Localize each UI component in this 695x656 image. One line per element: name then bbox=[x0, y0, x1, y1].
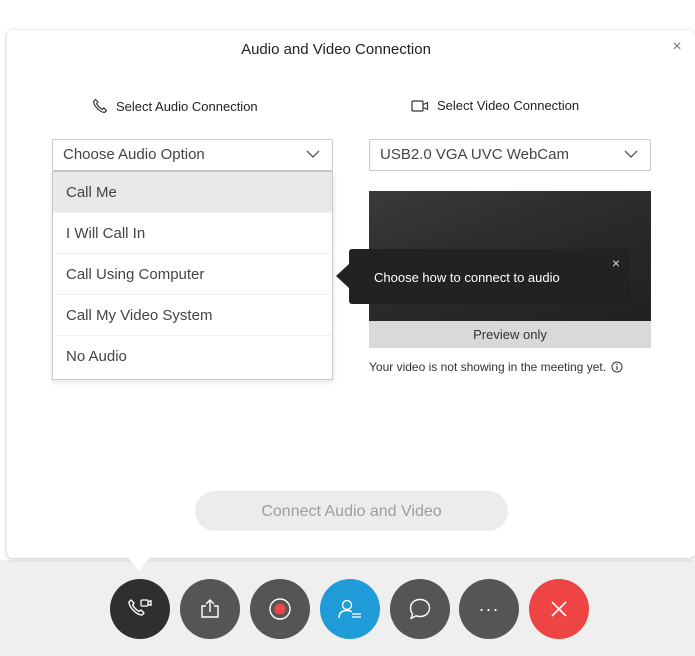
record-button[interactable] bbox=[250, 579, 310, 639]
preview-caption: Preview only bbox=[369, 321, 651, 348]
connect-audio-video-button[interactable]: Connect Audio and Video bbox=[195, 491, 508, 531]
tooltip-close-icon[interactable]: × bbox=[612, 255, 620, 271]
audio-option-no-audio[interactable]: No Audio bbox=[53, 336, 332, 377]
more-dots-icon: ··· bbox=[478, 598, 500, 619]
share-upload-icon bbox=[201, 599, 219, 618]
audio-select-value: Choose Audio Option bbox=[63, 146, 205, 163]
audio-video-dialog: Audio and Video Connection × Select Audi… bbox=[7, 30, 695, 558]
tooltip-text: Choose how to connect to audio bbox=[374, 270, 560, 285]
record-icon bbox=[269, 598, 291, 620]
chat-bubble-icon bbox=[409, 598, 431, 620]
audio-section-label: Select Audio Connection bbox=[92, 98, 258, 114]
close-icon bbox=[551, 601, 567, 617]
chat-button[interactable] bbox=[390, 579, 450, 639]
audio-section-text: Select Audio Connection bbox=[116, 98, 258, 114]
participants-button[interactable] bbox=[320, 579, 380, 639]
leave-meeting-button[interactable] bbox=[529, 579, 589, 639]
video-device-select[interactable]: USB2.0 VGA UVC WebCam bbox=[369, 139, 651, 171]
phone-icon bbox=[93, 98, 108, 113]
participants-icon bbox=[338, 599, 361, 619]
chevron-down-icon bbox=[624, 150, 638, 158]
audio-option-select[interactable]: Choose Audio Option bbox=[52, 139, 333, 171]
audio-option-call-using-computer[interactable]: Call Using Computer bbox=[53, 254, 332, 295]
more-options-button[interactable]: ··· bbox=[459, 579, 519, 639]
video-select-value: USB2.0 VGA UVC WebCam bbox=[380, 146, 569, 163]
video-camera-icon bbox=[411, 99, 429, 112]
chevron-down-icon bbox=[306, 150, 320, 158]
audio-option-dropdown: Call Me I Will Call In Call Using Comput… bbox=[52, 171, 333, 380]
audio-hint-tooltip: Choose how to connect to audio × bbox=[336, 249, 630, 304]
dialog-title: Audio and Video Connection bbox=[241, 41, 431, 58]
phone-video-icon bbox=[128, 599, 152, 616]
info-icon[interactable] bbox=[611, 361, 623, 373]
video-section-label: Select Video Connection bbox=[411, 98, 579, 113]
audio-connection-button[interactable] bbox=[110, 579, 170, 639]
share-button[interactable] bbox=[180, 579, 240, 639]
audio-option-call-me[interactable]: Call Me bbox=[53, 172, 332, 213]
video-section-text: Select Video Connection bbox=[437, 98, 580, 113]
audio-option-call-my-video-system[interactable]: Call My Video System bbox=[53, 295, 332, 336]
video-note-text: Your video is not showing in the meeting… bbox=[369, 360, 607, 374]
video-note: Your video is not showing in the meeting… bbox=[369, 360, 623, 374]
audio-option-i-will-call-in[interactable]: I Will Call In bbox=[53, 213, 332, 254]
dialog-pointer bbox=[126, 555, 152, 571]
close-icon[interactable]: × bbox=[669, 39, 685, 55]
